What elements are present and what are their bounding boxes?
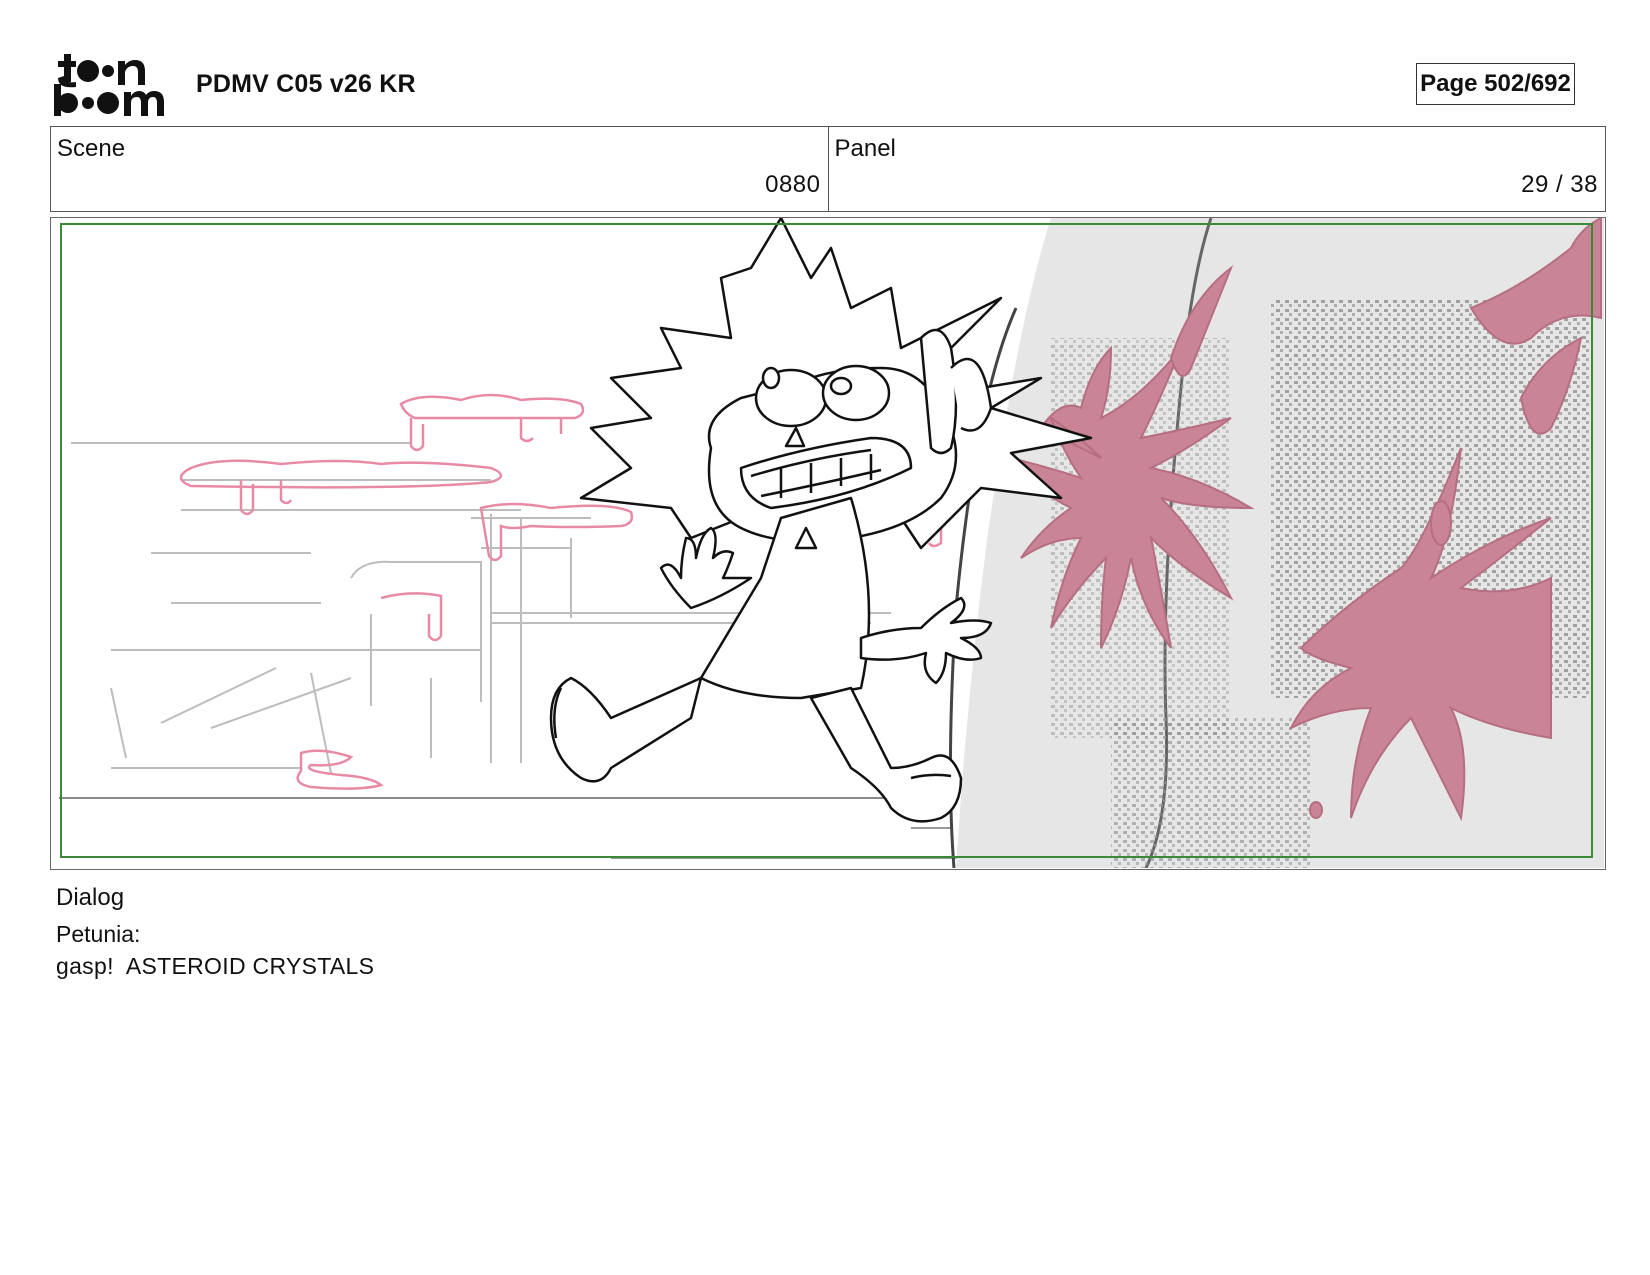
dialog-speaker: Petunia: bbox=[56, 921, 141, 947]
page-counter: Page 502/692 bbox=[1416, 63, 1575, 105]
panel-drawing bbox=[59, 218, 1604, 868]
scene-number: 0880 bbox=[765, 171, 821, 198]
dialog-heading: Dialog bbox=[56, 884, 125, 911]
storyboard-panel bbox=[50, 217, 1606, 870]
scene-cell: Scene 0880 bbox=[51, 127, 828, 211]
scene-panel-info: Scene 0880 Panel 29 / 38 bbox=[50, 126, 1606, 212]
dialog-line: gasp! ASTEROID CRYSTALS bbox=[56, 953, 375, 979]
scene-label: Scene bbox=[57, 135, 126, 162]
document-title: PDMV C05 v26 KR bbox=[196, 70, 416, 98]
panel-label: Panel bbox=[834, 135, 896, 162]
toonboom-logo bbox=[54, 54, 164, 116]
panel-number: 29 / 38 bbox=[1521, 171, 1598, 198]
panel-cell: Panel 29 / 38 bbox=[827, 127, 1606, 211]
